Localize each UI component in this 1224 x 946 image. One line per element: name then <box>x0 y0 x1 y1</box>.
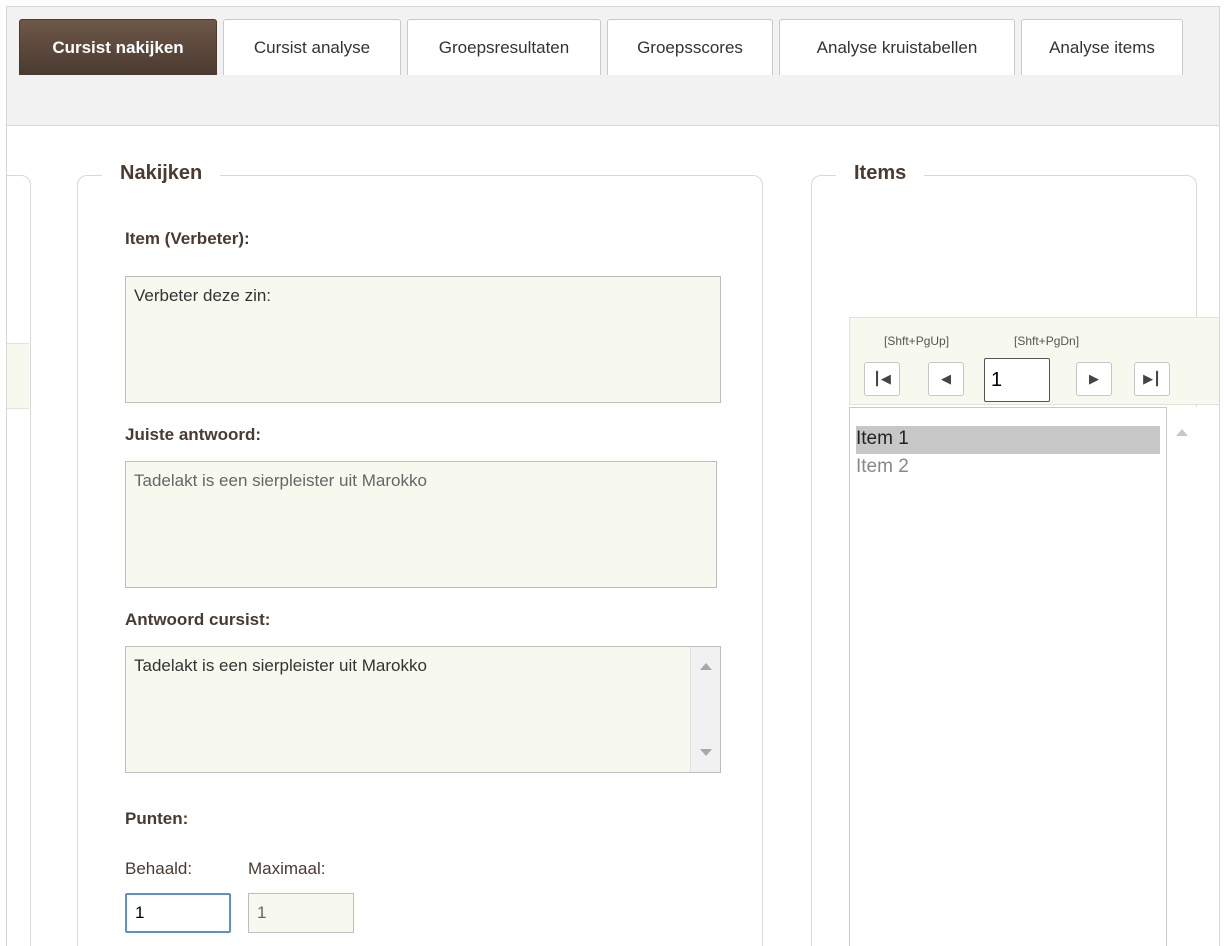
student-answer-text: Tadelakt is een sierpleister uit Marokko <box>134 656 427 675</box>
student-answer-textbox[interactable]: Tadelakt is een sierpleister uit Marokko <box>125 646 721 773</box>
items-legend: Items <box>836 162 925 185</box>
achieved-points-input[interactable] <box>125 893 231 933</box>
left-panel-edge <box>7 175 31 946</box>
correct-answer-label: Juiste antwoord: <box>125 425 262 444</box>
scroll-up-icon[interactable] <box>1176 429 1188 436</box>
app-frame: Cursist nakijken Cursist analyse Groepsr… <box>6 6 1220 946</box>
student-answer-scrollbar[interactable] <box>690 647 720 772</box>
points-label: Punten: <box>125 809 189 828</box>
tab-bar: Cursist nakijken Cursist analyse Groepsr… <box>7 7 1219 126</box>
last-page-button[interactable]: ▶┃ <box>1134 362 1170 396</box>
page-number-input[interactable] <box>984 358 1050 402</box>
list-item[interactable]: Item 2 <box>856 454 1160 482</box>
prev-page-icon: ◀ <box>941 371 951 386</box>
item-list-scrollbar[interactable] <box>1167 407 1197 946</box>
first-page-icon: ┃◀ <box>873 371 891 386</box>
item-textbox[interactable]: Verbeter deze zin: <box>125 276 721 403</box>
tab-cursist-analyse[interactable]: Cursist analyse <box>223 19 401 75</box>
achieved-label: Behaald: <box>125 859 193 878</box>
next-page-icon: ▶ <box>1089 371 1099 386</box>
next-page-button[interactable]: ▶ <box>1076 362 1112 396</box>
first-page-button[interactable]: ┃◀ <box>864 362 900 396</box>
max-points-input <box>248 893 354 933</box>
tab-cursist-nakijken[interactable]: Cursist nakijken <box>19 19 217 75</box>
left-panel-highlight <box>7 343 29 409</box>
scroll-up-icon[interactable] <box>700 663 712 670</box>
last-page-icon: ▶┃ <box>1143 371 1161 386</box>
correct-answer-textbox[interactable]: Tadelakt is een sierpleister uit Marokko <box>125 461 717 588</box>
item-label: Item (Verbeter): <box>125 229 250 248</box>
item-list: Item 1 Item 2 <box>849 407 1167 946</box>
hint-prev: [Shft+PgUp] <box>884 334 950 348</box>
tab-analyse-kruistabellen[interactable]: Analyse kruistabellen <box>779 19 1015 75</box>
tab-groepsresultaten[interactable]: Groepsresultaten <box>407 19 601 75</box>
prev-page-button[interactable]: ◀ <box>928 362 964 396</box>
hint-next: [Shft+PgDn] <box>1014 334 1080 348</box>
student-answer-label: Antwoord cursist: <box>125 610 271 629</box>
nakijken-legend: Nakijken <box>102 162 221 185</box>
pager: [Shft+PgUp] [Shft+PgDn] ┃◀ ◀ ▶ ▶┃ <box>849 317 1219 405</box>
tab-groepsscores[interactable]: Groepsscores <box>607 19 773 75</box>
list-item[interactable]: Item 1 <box>856 426 1160 454</box>
tab-analyse-items[interactable]: Analyse items <box>1021 19 1183 75</box>
max-label: Maximaal: <box>248 859 326 878</box>
scroll-down-icon[interactable] <box>700 749 712 756</box>
